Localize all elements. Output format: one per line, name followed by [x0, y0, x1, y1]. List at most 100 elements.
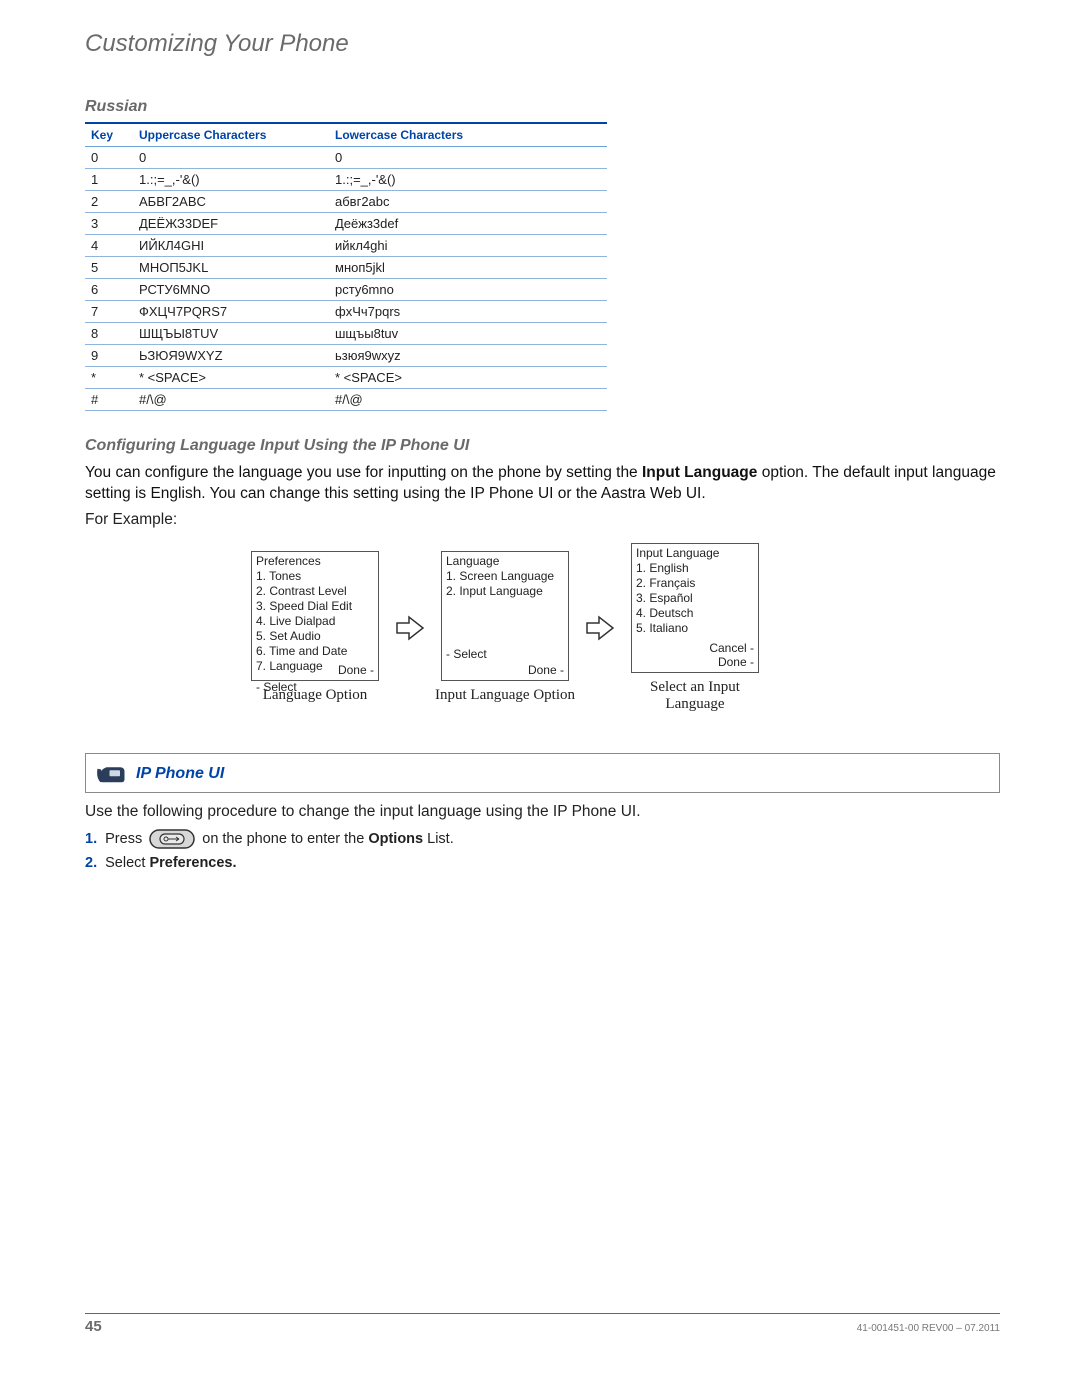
arrow-right-icon	[585, 614, 615, 642]
step-2: 2. Select Preferences.	[85, 855, 1000, 871]
table-row: 9ЬЗЮЯ9WXYZьзюя9wxyz	[85, 345, 607, 367]
table-row: 4ИЙКЛ4GHIийкл4ghi	[85, 235, 607, 257]
menu-done: Done -	[718, 655, 754, 670]
table-header: Lowercase Characters	[329, 123, 607, 147]
table-cell: Деёжз3def	[329, 213, 607, 235]
table-cell: #/\@	[133, 389, 329, 411]
menu-box-language: Language 1. Screen Language2. Input Lang…	[441, 551, 569, 681]
table-row: 8ШЩЪЫ8TUVшщъы8tuv	[85, 323, 607, 345]
table-cell: 8	[85, 323, 133, 345]
table-cell: * <SPACE>	[329, 367, 607, 389]
table-cell: #/\@	[329, 389, 607, 411]
menu-box-input-language: Input Language 1. English2. Français3. E…	[631, 543, 759, 673]
chapter-title: Customizing Your Phone	[85, 30, 1000, 58]
table-cell: 0	[133, 147, 329, 169]
table-cell: РСТУ6MNO	[133, 279, 329, 301]
menu-select: - Select	[256, 680, 374, 695]
step-1: 1. Press on the phone to enter the Optio…	[85, 829, 1000, 849]
menu-item: 1. English	[636, 561, 754, 576]
menu-cancel: Cancel -	[709, 641, 754, 656]
menu-select: - Select	[446, 647, 487, 662]
flow-diagram: Preferences 1. Tones2. Contrast Level 3. …	[245, 543, 1000, 713]
text-bold: Preferences.	[149, 855, 236, 871]
table-header: Uppercase Characters	[133, 123, 329, 147]
text: Select	[105, 855, 149, 871]
options-key-icon	[149, 829, 195, 849]
table-cell: 9	[85, 345, 133, 367]
table-row: ** <SPACE>* <SPACE>	[85, 367, 607, 389]
table-row: 7ФХЦЧ7PQRS7фхЧч7pqrs	[85, 301, 607, 323]
menu-item: 5. Set Audio	[256, 629, 374, 644]
step-list: 1. Press on the phone to enter the Optio…	[85, 829, 1000, 871]
phone-icon	[96, 762, 126, 786]
table-row: ##/\@#/\@	[85, 389, 607, 411]
page-footer: 45 41-001451-00 REV00 – 07.2011	[85, 1313, 1000, 1335]
text: Press	[105, 831, 146, 847]
table-cell: ьзюя9wxyz	[329, 345, 607, 367]
menu-item: 1. Screen Language	[446, 569, 564, 584]
menu-item: 2. Français	[636, 576, 754, 591]
table-cell: 4	[85, 235, 133, 257]
table-cell: ЬЗЮЯ9WXYZ	[133, 345, 329, 367]
table-cell: ФХЦЧ7PQRS7	[133, 301, 329, 323]
table-cell: МНОП5JKL	[133, 257, 329, 279]
section-heading-russian: Russian	[85, 98, 1000, 116]
arrow-right-icon	[395, 614, 425, 642]
menu-box-preferences: Preferences 1. Tones2. Contrast Level3. …	[251, 551, 379, 681]
table-cell: #	[85, 389, 133, 411]
menu-item: 3. Español	[636, 591, 754, 606]
table-cell: 2	[85, 191, 133, 213]
flow-col-3: Input Language 1. English2. Français3. E…	[625, 543, 765, 713]
table-cell: 1.:;=_,-'&()	[133, 169, 329, 191]
menu-title: Input Language	[636, 546, 754, 561]
russian-char-table: KeyUppercase CharactersLowercase Charact…	[85, 122, 607, 411]
table-cell: 0	[329, 147, 607, 169]
table-cell: 0	[85, 147, 133, 169]
table-cell: шщъы8tuv	[329, 323, 607, 345]
box-caption: Select an Input Language	[625, 679, 765, 713]
table-row: 5МНОП5JKLмноп5jkl	[85, 257, 607, 279]
table-row: 6РСТУ6MNOрсту6mno	[85, 279, 607, 301]
table-cell: 5	[85, 257, 133, 279]
table-cell: 3	[85, 213, 133, 235]
table-cell: ийкл4ghi	[329, 235, 607, 257]
table-cell: АБВГ2ABC	[133, 191, 329, 213]
text-bold: Options	[368, 831, 423, 847]
table-cell: фхЧч7pqrs	[329, 301, 607, 323]
table-cell: 6	[85, 279, 133, 301]
table-cell: 7	[85, 301, 133, 323]
table-row: 11.:;=_,-'&()1.:;=_,-'&()	[85, 169, 607, 191]
table-row: 3ДЕЁЖЗ3DEFДеёжз3def	[85, 213, 607, 235]
box-caption: Input Language Option	[435, 687, 575, 704]
table-cell: ШЩЪЫ8TUV	[133, 323, 329, 345]
table-cell: *	[85, 367, 133, 389]
text: on the phone to enter the	[202, 831, 368, 847]
table-cell: 1	[85, 169, 133, 191]
table-header: Key	[85, 123, 133, 147]
menu-item: 4. Deutsch	[636, 606, 754, 621]
table-row: 2АБВГ2ABCабвг2abc	[85, 191, 607, 213]
config-paragraph: You can configure the language you use f…	[85, 463, 1000, 505]
step-number: 2.	[85, 855, 97, 871]
menu-title: Preferences	[256, 554, 374, 569]
doc-revision: 41-001451-00 REV00 – 07.2011	[857, 1323, 1000, 1334]
table-cell: * <SPACE>	[133, 367, 329, 389]
for-example: For Example:	[85, 511, 1000, 529]
step-number: 1.	[85, 831, 97, 847]
subsection-heading-config: Configuring Language Input Using the IP …	[85, 437, 1000, 455]
table-cell: 1.:;=_,-'&()	[329, 169, 607, 191]
menu-item: 1. Tones	[256, 569, 374, 584]
ip-phone-ui-box: IP Phone UI	[85, 753, 1000, 793]
table-cell: ДЕЁЖЗ3DEF	[133, 213, 329, 235]
menu-done: Done -	[338, 663, 374, 678]
table-cell: абвг2abc	[329, 191, 607, 213]
instruction-text: Use the following procedure to change th…	[85, 803, 1000, 821]
table-row: 000	[85, 147, 607, 169]
ui-box-title: IP Phone UI	[136, 765, 224, 783]
flow-col-1: Preferences 1. Tones2. Contrast Level3. …	[245, 551, 385, 704]
table-cell: ИЙКЛ4GHI	[133, 235, 329, 257]
text: You can configure the language you use f…	[85, 464, 642, 481]
menu-item: 2. Contrast Level	[256, 584, 374, 599]
menu-done: Done -	[528, 663, 564, 678]
flow-col-2: Language 1. Screen Language2. Input Lang…	[435, 551, 575, 704]
